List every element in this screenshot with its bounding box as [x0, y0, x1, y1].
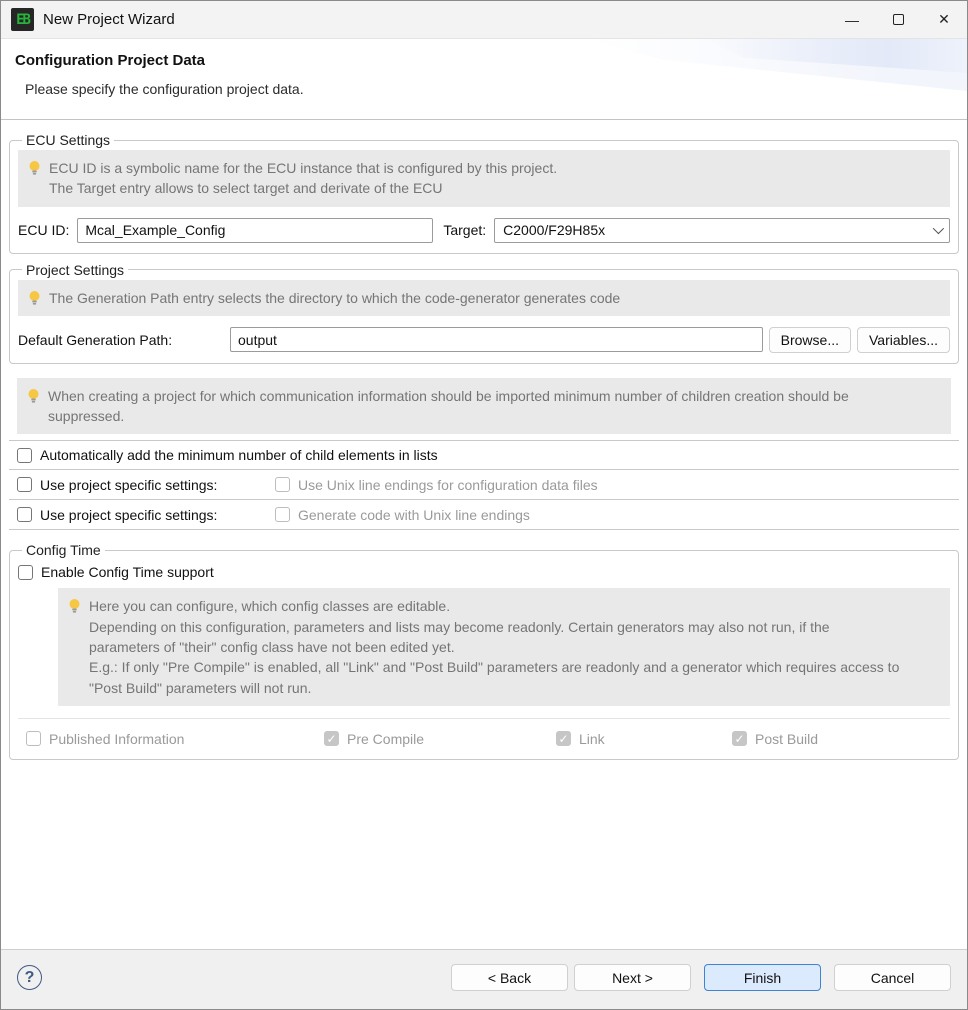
enable-config-time-checkbox[interactable] — [18, 565, 33, 580]
project-specific-settings-row-1: Use project specific settings: Use Unix … — [9, 470, 959, 500]
chevron-down-icon — [933, 223, 944, 234]
auto-add-children-checkbox[interactable] — [17, 448, 32, 463]
wizard-footer: ? < Back Next > Finish Cancel — [1, 949, 967, 1009]
minimize-button[interactable]: — — [829, 1, 875, 38]
project-specific-settings-row-2: Use project specific settings: Generate … — [9, 500, 959, 530]
config-time-legend: Config Time — [22, 542, 105, 558]
config-class-checkboxes: Published Information ✓ Pre Compile ✓ Li… — [18, 718, 950, 747]
title-bar: EB New Project Wizard — ✕ — [1, 1, 967, 39]
unix-line-endings-config-label: Use Unix line endings for configuration … — [298, 477, 598, 493]
lightbulb-icon — [27, 388, 40, 405]
unix-line-endings-config-checkbox — [275, 477, 290, 492]
use-project-specific-settings-checkbox-1[interactable] — [17, 477, 32, 492]
maximize-button[interactable] — [875, 1, 921, 38]
config-time-group: Config Time Enable Config Time support H… — [9, 542, 959, 759]
help-icon: ? — [25, 969, 35, 987]
lightbulb-icon — [28, 290, 41, 307]
maximize-icon — [893, 14, 904, 25]
link-label: Link — [579, 731, 605, 747]
page-subtitle: Please specify the configuration project… — [1, 69, 967, 97]
config-time-info: Here you can configure, which config cla… — [58, 588, 950, 705]
pre-compile-label: Pre Compile — [347, 731, 424, 747]
use-project-specific-settings-label-2: Use project specific settings: — [40, 507, 217, 523]
target-selected-value: C2000/F29H85x — [503, 222, 605, 238]
target-label: Target: — [443, 222, 486, 238]
variables-button[interactable]: Variables... — [857, 327, 950, 353]
use-project-specific-settings-checkbox-2[interactable] — [17, 507, 32, 522]
communication-info-text: When creating a project for which commun… — [48, 386, 849, 427]
new-project-wizard-window: EB New Project Wizard — ✕ Configuration … — [0, 0, 968, 1010]
config-time-info-text: Here you can configure, which config cla… — [89, 596, 899, 697]
use-project-specific-settings-label-1: Use project specific settings: — [40, 477, 217, 493]
close-icon: ✕ — [938, 11, 950, 28]
ecu-settings-info: ECU ID is a symbolic name for the ECU in… — [18, 150, 950, 207]
project-settings-info-text: The Generation Path entry selects the di… — [49, 288, 620, 308]
post-build-label: Post Build — [755, 731, 818, 747]
published-information-checkbox — [26, 731, 41, 746]
app-logo-icon: EB — [11, 8, 34, 31]
ecu-settings-legend: ECU Settings — [22, 132, 114, 148]
target-dropdown[interactable]: C2000/F29H85x — [494, 218, 950, 243]
ecu-settings-info-text: ECU ID is a symbolic name for the ECU in… — [49, 158, 557, 199]
lightbulb-icon — [28, 160, 41, 177]
wizard-header: Configuration Project Data Please specif… — [1, 39, 967, 119]
generate-code-unix-label: Generate code with Unix line endings — [298, 507, 530, 523]
finish-button[interactable]: Finish — [704, 964, 821, 991]
back-button[interactable]: < Back — [451, 964, 568, 991]
window-title: New Project Wizard — [43, 11, 175, 28]
enable-config-time-label: Enable Config Time support — [41, 564, 214, 580]
project-settings-legend: Project Settings — [22, 262, 128, 278]
generate-code-unix-checkbox — [275, 507, 290, 522]
lightbulb-icon — [68, 598, 81, 615]
generation-path-input[interactable] — [230, 327, 763, 352]
ecu-id-label: ECU ID: — [18, 222, 69, 238]
browse-button[interactable]: Browse... — [769, 327, 851, 353]
enable-config-time-row: Enable Config Time support — [18, 564, 950, 580]
project-settings-info: The Generation Path entry selects the di… — [18, 280, 950, 316]
page-title: Configuration Project Data — [1, 39, 967, 69]
cancel-button[interactable]: Cancel — [834, 964, 951, 991]
project-settings-group: Project Settings The Generation Path ent… — [9, 262, 959, 364]
next-button[interactable]: Next > — [574, 964, 691, 991]
link-checkbox: ✓ — [556, 731, 571, 746]
close-button[interactable]: ✕ — [921, 1, 967, 38]
ecu-id-input[interactable] — [77, 218, 433, 243]
auto-add-children-label: Automatically add the minimum number of … — [40, 447, 438, 463]
published-information-label: Published Information — [49, 731, 184, 747]
wizard-content: ECU Settings ECU ID is a symbolic name f… — [1, 120, 967, 949]
generation-path-label: Default Generation Path: — [18, 332, 230, 348]
pre-compile-checkbox: ✓ — [324, 731, 339, 746]
post-build-checkbox: ✓ — [732, 731, 747, 746]
project-options: When creating a project for which commun… — [9, 378, 959, 531]
auto-add-children-row: Automatically add the minimum number of … — [9, 440, 959, 470]
ecu-settings-group: ECU Settings ECU ID is a symbolic name f… — [9, 132, 959, 254]
minimize-icon: — — [845, 12, 859, 28]
help-button[interactable]: ? — [17, 965, 42, 990]
communication-info: When creating a project for which commun… — [17, 378, 951, 435]
